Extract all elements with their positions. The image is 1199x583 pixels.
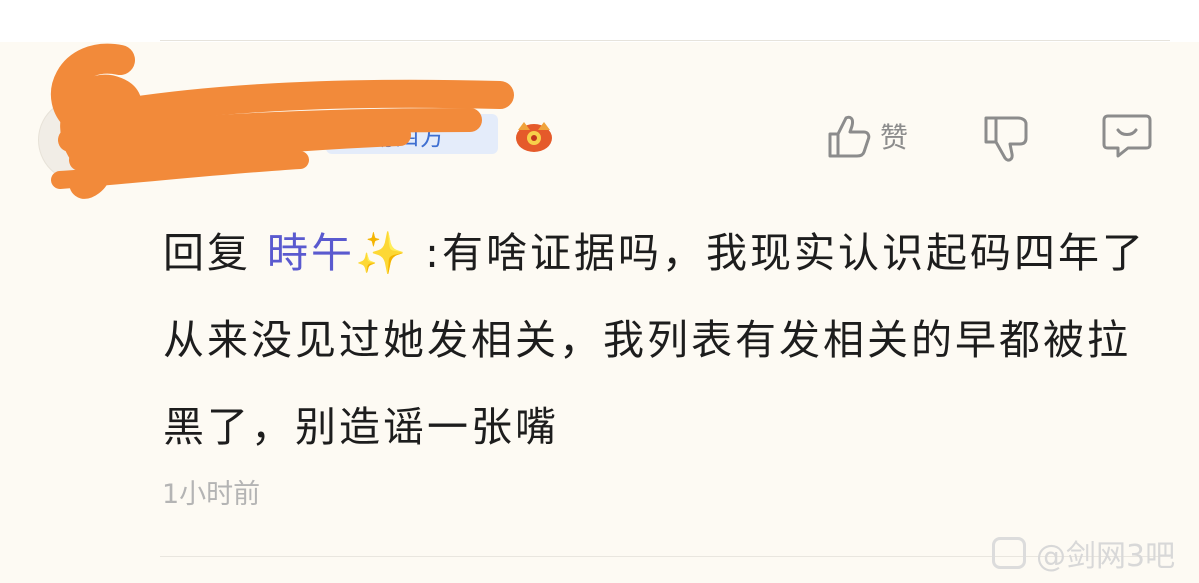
comment-body: 回复 時午✨ :有啥证据吗，我现实认识起码四年了从来没见过她发相关，我列表有发相… xyxy=(163,210,1173,471)
thumbs-up-icon xyxy=(828,115,871,158)
reply-prefix: 回复 xyxy=(163,229,251,277)
redaction-scribble xyxy=(50,43,514,199)
tieba-logo-icon xyxy=(992,537,1026,569)
like-button[interactable]: 赞 xyxy=(826,110,926,162)
comment-screen: 动四方 赞 回复 時午✨ :有啥证据吗，我现实认识起码四年了从来没见过她发相关，… xyxy=(0,0,1199,583)
watermark-text: @剑网3吧 xyxy=(1036,539,1176,574)
thumbs-down-icon[interactable] xyxy=(982,112,1032,164)
timestamp: 1小时前 xyxy=(162,479,261,510)
watermark: @剑网3吧 xyxy=(992,530,1192,576)
like-label: 赞 xyxy=(880,121,909,154)
comment-bubble-icon[interactable] xyxy=(1100,110,1154,162)
reply-target-user[interactable]: 時午✨ xyxy=(267,229,409,277)
